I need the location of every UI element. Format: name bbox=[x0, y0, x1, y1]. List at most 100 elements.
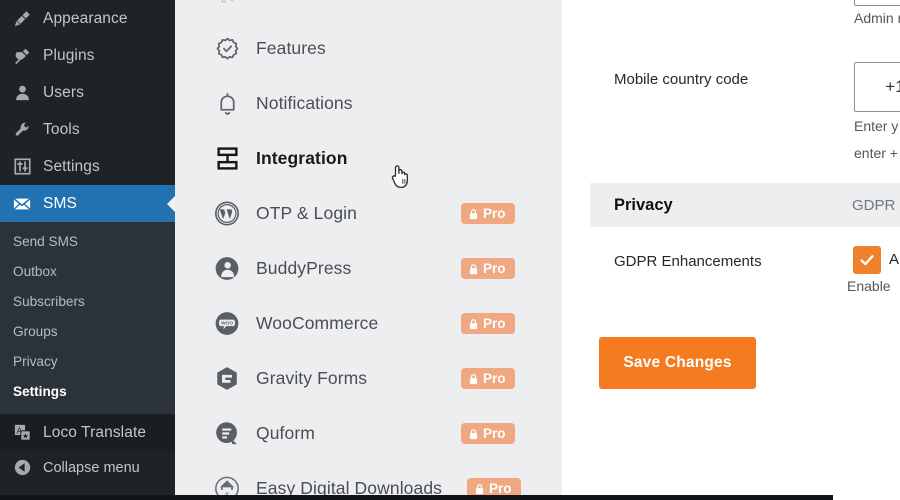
submenu-item-privacy[interactable]: Privacy bbox=[0, 347, 175, 377]
tab-label: WooCommerce bbox=[256, 313, 379, 333]
wordpress-icon bbox=[214, 201, 240, 227]
admin-mobile-input[interactable] bbox=[854, 0, 900, 6]
pro-badge-label: Pro bbox=[483, 315, 506, 331]
badge-check-icon bbox=[214, 36, 240, 62]
tab-notifications[interactable]: Notifications bbox=[175, 76, 562, 131]
bottom-edge-light-segment bbox=[833, 495, 900, 500]
privacy-section-header: Privacy GDPR ( bbox=[590, 183, 900, 227]
tab-sms-newsletter[interactable]: SMS Newsletter bbox=[175, 0, 562, 20]
tab-features[interactable]: Features bbox=[175, 21, 562, 76]
paintbrush-icon bbox=[11, 9, 33, 29]
pro-badge[interactable]: Pro bbox=[461, 257, 515, 280]
pro-badge[interactable]: Pro bbox=[461, 312, 515, 335]
current-menu-arrow bbox=[167, 194, 175, 213]
buddypress-icon bbox=[214, 256, 240, 282]
lock-icon bbox=[474, 483, 485, 495]
settings-tabs-panel: SMS Newsletter Features Notifications bbox=[175, 0, 562, 500]
sliders-icon bbox=[11, 157, 33, 177]
sidebar-item-label: Loco Translate bbox=[43, 423, 147, 441]
tab-buddypress[interactable]: BuddyPress Pro bbox=[175, 241, 562, 296]
tab-woocommerce[interactable]: WOO WooCommerce Pro bbox=[175, 296, 562, 351]
tab-integration[interactable]: Integration bbox=[175, 131, 562, 186]
gdpr-checkbox-suffix-text: A bbox=[889, 251, 900, 268]
submenu-item-outbox[interactable]: Outbox bbox=[0, 257, 175, 287]
sidebar-item-sms[interactable]: SMS bbox=[0, 185, 175, 222]
tab-label: Features bbox=[256, 38, 326, 58]
submenu-item-settings[interactable]: Settings bbox=[0, 377, 175, 407]
lock-icon bbox=[468, 428, 479, 440]
app-root: Appearance Plugins Users Tools Settings … bbox=[0, 0, 900, 500]
pro-badge[interactable]: Pro bbox=[461, 202, 515, 225]
tab-label: Gravity Forms bbox=[256, 368, 368, 388]
gdpr-enhancements-checkbox[interactable] bbox=[853, 246, 881, 274]
lock-icon bbox=[468, 373, 479, 385]
privacy-section-title: Privacy bbox=[614, 195, 673, 214]
mobile-country-code-value: +1 bbox=[885, 77, 900, 96]
bottom-edge-strip bbox=[0, 495, 900, 500]
gdpr-enhancements-label: GDPR Enhancements bbox=[614, 253, 762, 270]
svg-text:WOO: WOO bbox=[221, 321, 233, 327]
country-code-help-line-2: enter + bbox=[854, 145, 898, 161]
pro-badge-label: Pro bbox=[483, 260, 506, 276]
woocommerce-icon: WOO bbox=[214, 311, 240, 337]
collapse-arrow-icon bbox=[11, 459, 33, 476]
loco-translate-block: A Loco Translate bbox=[0, 414, 175, 451]
sidebar-item-plugins[interactable]: Plugins bbox=[0, 37, 175, 74]
pro-badge-label: Pro bbox=[483, 205, 506, 221]
sidebar-item-settings[interactable]: Settings bbox=[0, 148, 175, 185]
sidebar-item-label: Users bbox=[43, 83, 84, 101]
privacy-section-right-text: GDPR ( bbox=[852, 196, 900, 214]
gravityforms-icon bbox=[214, 366, 240, 392]
sidebar-item-users[interactable]: Users bbox=[0, 74, 175, 111]
sidebar-item-label: Settings bbox=[43, 157, 100, 175]
sidebar-item-label: Plugins bbox=[43, 46, 95, 64]
tab-label: Quform bbox=[256, 423, 315, 443]
wrench-icon bbox=[11, 120, 33, 140]
integration-icon bbox=[214, 146, 240, 172]
sidebar-item-label: Appearance bbox=[43, 9, 128, 27]
sidebar-item-loco-translate[interactable]: A Loco Translate bbox=[0, 414, 175, 451]
gdpr-enable-help-text: Enable bbox=[847, 278, 891, 294]
sidebar-item-appearance[interactable]: Appearance bbox=[0, 0, 175, 37]
tab-otp-login[interactable]: OTP & Login Pro bbox=[175, 186, 562, 241]
quform-icon bbox=[214, 421, 240, 447]
settings-content-panel: Admin n Mobile country code +1 Enter y e… bbox=[562, 0, 900, 500]
user-icon bbox=[11, 83, 33, 103]
submenu-item-groups[interactable]: Groups bbox=[0, 317, 175, 347]
sidebar-item-label: Tools bbox=[43, 120, 80, 138]
sidebar-item-tools[interactable]: Tools bbox=[0, 111, 175, 148]
submenu-item-send-sms[interactable]: Send SMS bbox=[0, 227, 175, 257]
tab-label: SMS Newsletter bbox=[256, 0, 383, 3]
tab-label: Integration bbox=[256, 148, 348, 168]
country-code-help-line-1: Enter y bbox=[854, 118, 899, 134]
mobile-country-code-label: Mobile country code bbox=[614, 71, 749, 88]
translate-icon: A bbox=[11, 423, 33, 443]
lock-icon bbox=[468, 318, 479, 330]
mobile-country-code-input[interactable]: +1 bbox=[854, 62, 900, 112]
collapse-menu-label: Collapse menu bbox=[43, 459, 140, 476]
pro-badge-label: Pro bbox=[483, 425, 506, 441]
collapse-menu-button[interactable]: Collapse menu bbox=[0, 451, 175, 484]
sms-submenu: Send SMS Outbox Subscribers Groups Priva… bbox=[0, 222, 175, 414]
admin-help-text: Admin n bbox=[854, 10, 900, 26]
plug-icon bbox=[11, 46, 33, 66]
tab-quform[interactable]: Quform Pro bbox=[175, 406, 562, 461]
pro-badge[interactable]: Pro bbox=[461, 367, 515, 390]
pro-badge[interactable]: Pro bbox=[461, 422, 515, 445]
submenu-item-subscribers[interactable]: Subscribers bbox=[0, 287, 175, 317]
tab-label: Notifications bbox=[256, 93, 353, 113]
tab-label: OTP & Login bbox=[256, 203, 357, 223]
wp-admin-sidebar: Appearance Plugins Users Tools Settings … bbox=[0, 0, 175, 500]
save-changes-button[interactable]: Save Changes bbox=[599, 337, 756, 389]
megaphone-icon bbox=[214, 0, 240, 6]
lock-icon bbox=[468, 263, 479, 275]
check-icon bbox=[860, 255, 874, 266]
tab-gravity-forms[interactable]: Gravity Forms Pro bbox=[175, 351, 562, 406]
lock-icon bbox=[468, 208, 479, 220]
envelope-icon bbox=[11, 194, 33, 214]
bell-icon bbox=[214, 91, 240, 117]
pro-badge-label: Pro bbox=[483, 370, 506, 386]
pro-badge-label: Pro bbox=[489, 480, 512, 496]
sidebar-item-label: SMS bbox=[43, 194, 77, 212]
tab-label: BuddyPress bbox=[256, 258, 352, 278]
